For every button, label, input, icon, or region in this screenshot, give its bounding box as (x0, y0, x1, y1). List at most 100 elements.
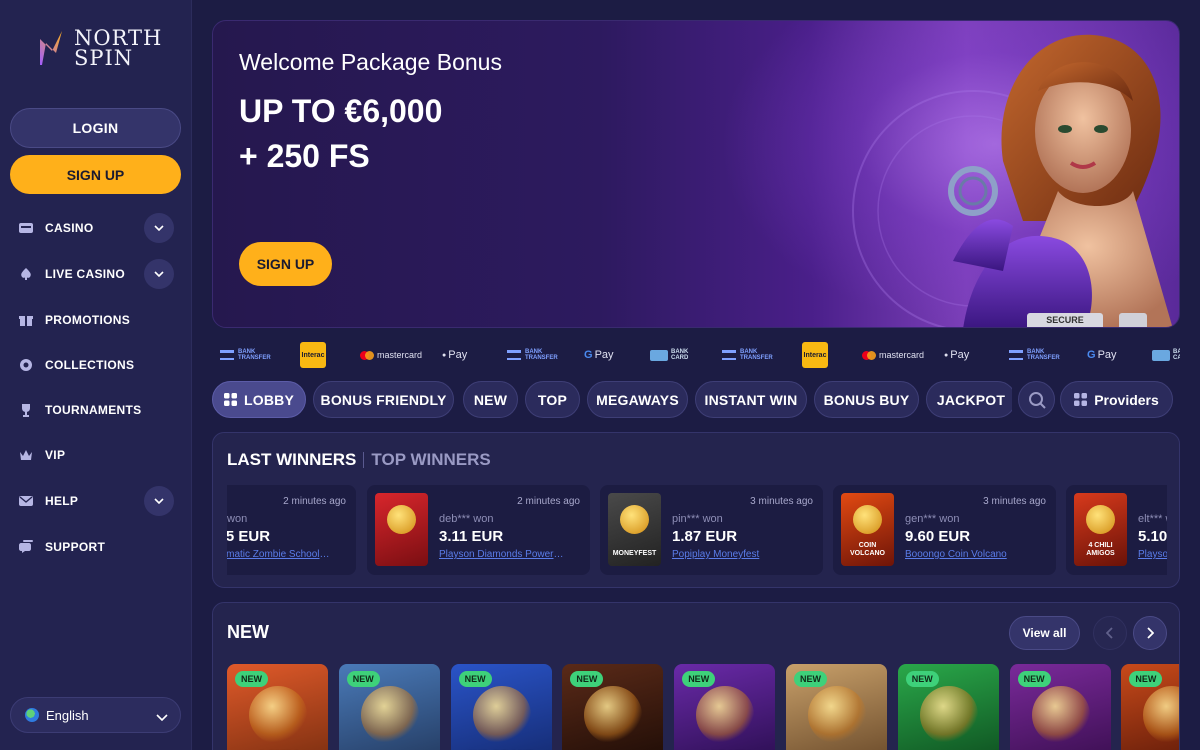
bank-transfer-logo: BANK TRANSFER (507, 340, 558, 370)
winners-list: 2 minutes ago n*** won 0.25 EUR Pragmatic Z… (227, 485, 1167, 575)
carousel-prev-button[interactable] (1093, 616, 1127, 650)
banner-signup-button[interactable]: SIGN UP (239, 242, 332, 286)
crown-icon (18, 447, 34, 463)
game-tile[interactable]: NEW (562, 664, 664, 750)
game-art (919, 686, 978, 744)
tab-label: INSTANT WIN (704, 391, 798, 408)
carousel-next-button[interactable] (1133, 616, 1167, 650)
game-art (808, 686, 866, 744)
sidebar-item-help[interactable]: HELP (18, 484, 176, 518)
game-art (1031, 686, 1090, 744)
payment-label: BANK TRANSFER (740, 349, 773, 361)
welcome-banner[interactable]: Welcome Package Bonus UP TO €6,000 + 250… (212, 20, 1180, 328)
game-thumbnail[interactable] (375, 493, 428, 566)
payment-label-line: TRANSFER (1027, 355, 1060, 361)
login-button[interactable]: LOGIN (10, 108, 181, 148)
bank-transfer-logo: BANK TRANSFER (1009, 340, 1060, 370)
sidebar-item-label: LIVE CASINO (45, 267, 125, 281)
game-thumbnail[interactable]: MONEYFEST (608, 493, 661, 566)
thumbnail-caption: MONEYFEST (612, 550, 657, 557)
sidebar-item-live-casino[interactable]: LIVE CASINO (18, 257, 176, 291)
sidebar-item-vip[interactable]: VIP (18, 438, 176, 472)
tab-jackpot[interactable]: JACKPOT (926, 381, 1012, 418)
tab-instant-win[interactable]: INSTANT WIN (695, 381, 807, 418)
game-tile[interactable]: NEW (786, 664, 887, 750)
tab-last-winners[interactable]: LAST WINNERS (227, 450, 356, 470)
globe-icon (25, 708, 39, 722)
chevron-down-icon (156, 709, 168, 724)
signup-button[interactable]: SIGN UP (10, 155, 181, 194)
chevron-left-icon (1106, 627, 1113, 639)
banner-offer: UP TO €6,000 + 250 FS (239, 93, 443, 174)
win-game-link[interactable]: Booongo Coin Volcano (905, 549, 1030, 560)
new-badge: NEW (346, 671, 380, 687)
tab-bonus-friendly[interactable]: BONUS FRIENDLY (313, 381, 454, 418)
game-art (360, 686, 419, 744)
help-icon (18, 493, 34, 509)
tab-top-winners[interactable]: TOP WINNERS (371, 450, 490, 470)
chevron-down-icon[interactable] (144, 486, 174, 516)
live-casino-icon (18, 266, 34, 282)
payment-label: Pay (448, 349, 468, 361)
sidebar-item-label: HELP (45, 494, 79, 508)
tab-label: TOP (537, 391, 568, 408)
new-games-carousel: NEW4 CHILINEWNEW3X3 GRANDNEWNEW4 CRAZYNE… (227, 664, 1179, 750)
winner-card[interactable]: 2 minutes ago deb*** won 3.11 EUR Playson D… (367, 485, 590, 575)
google-g-icon: G (584, 349, 593, 361)
mastercard-logo: mastercard (862, 340, 924, 370)
tab-top[interactable]: TOP (525, 381, 580, 418)
chevron-down-icon[interactable] (144, 213, 174, 243)
language-selector[interactable]: English (10, 697, 181, 733)
chevron-down-icon[interactable] (144, 259, 174, 289)
chevron-right-icon (1147, 627, 1154, 639)
tab-new[interactable]: NEW (463, 381, 518, 418)
view-all-button[interactable]: View all (1009, 616, 1080, 650)
sidebar-item-promotions[interactable]: PROMOTIONS (18, 303, 176, 337)
game-tile[interactable]: NEW3X3 GRAND (450, 664, 552, 750)
game-tile[interactable]: NEW4 CHILI (227, 664, 328, 750)
new-badge: NEW (570, 671, 604, 687)
tab-divider (363, 452, 365, 468)
search-button[interactable] (1018, 381, 1055, 418)
brand-logo[interactable]: NORTH SPIN (38, 28, 162, 69)
tab-bonus-buy[interactable]: BONUS BUY (814, 381, 919, 418)
gift-icon (18, 312, 34, 328)
game-tile[interactable]: NEW4 CRAZY (674, 664, 776, 750)
sidebar-item-tournaments[interactable]: TOURNAMENTS (18, 393, 176, 427)
tab-megaways[interactable]: MEGAWAYS (587, 381, 688, 418)
providers-button[interactable]: Providers (1060, 381, 1173, 418)
sidebar-item-label: PROMOTIONS (45, 313, 131, 327)
thumbnail-caption: 4 CHILI AMIGOS (1086, 542, 1115, 557)
sidebar-item-label: VIP (45, 448, 66, 462)
win-time: 3 minutes ago (750, 496, 813, 507)
game-tile[interactable]: NEW (338, 664, 440, 750)
tab-lobby[interactable]: LOBBY (212, 381, 306, 418)
winner-card[interactable]: 4 CHILI AMIGOS4 minutes agoelt*** won5.1… (1066, 485, 1167, 575)
trophy-icon (18, 402, 34, 418)
winner-card[interactable]: COIN VOLCANO 3 minutes ago gen*** won 9.60 … (833, 485, 1056, 575)
sidebar: NORTH SPIN LOGIN SIGN UP CASINO LIVE CAS… (0, 0, 192, 750)
sidebar-item-casino[interactable]: CASINO (18, 211, 176, 245)
game-thumbnail[interactable]: 4 CHILI AMIGOS (1074, 493, 1127, 566)
payment-label: BANK TRANSFER (525, 349, 558, 361)
win-game-link[interactable]: Pragmatic Zombie School Megaways (227, 549, 330, 560)
game-tile[interactable]: NEW (1121, 664, 1179, 750)
win-game-link[interactable]: Playson Diamonds Power: Hold and Win (439, 549, 564, 560)
new-badge: NEW (682, 671, 716, 687)
thumbnail-emblem (853, 505, 882, 534)
winner-card[interactable]: 2 minutes ago n*** won 0.25 EUR Pragmatic Z… (227, 485, 356, 575)
game-tile[interactable]: NEW (1009, 664, 1111, 750)
interac-logo: Interac (300, 342, 326, 368)
sidebar-item-collections[interactable]: COLLECTIONS (18, 348, 176, 382)
payment-label: mastercard (879, 350, 925, 360)
card-icon (1152, 349, 1170, 361)
win-game-link[interactable]: Playson 4 Chili Amigos (1138, 549, 1167, 560)
winner-card[interactable]: MONEYFEST 3 minutes ago pin*** won 1.87 EUR… (600, 485, 823, 575)
sidebar-item-support[interactable]: SUPPORT (18, 530, 176, 564)
game-thumbnail[interactable]: COIN VOLCANO (841, 493, 894, 566)
win-game-link[interactable]: Popiplay Moneyfest (672, 549, 797, 560)
google-pay-logo: G Pay (1087, 340, 1117, 370)
win-user: gen*** won (905, 513, 960, 525)
mastercard-logo: mastercard (360, 340, 422, 370)
game-tile[interactable]: NEW (897, 664, 999, 750)
